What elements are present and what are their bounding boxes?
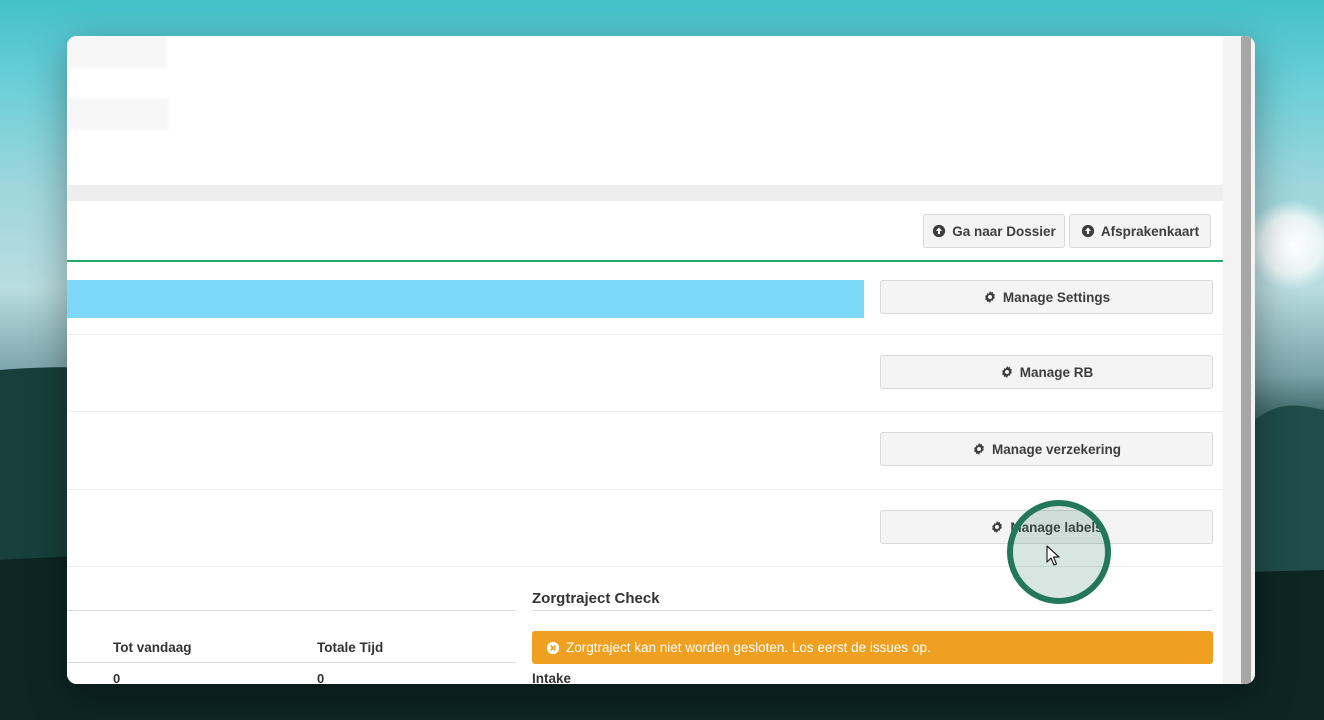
background-cloud (1244, 200, 1324, 290)
scrollbar[interactable] (1223, 36, 1255, 684)
gear-icon (983, 290, 997, 304)
table-cell: 0 (317, 671, 325, 684)
manage-rb-label: Manage RB (1019, 364, 1094, 380)
blurred-text (67, 98, 169, 130)
mouse-cursor-icon (1046, 545, 1060, 566)
row-divider (67, 411, 1223, 412)
blurred-text (67, 36, 167, 68)
progress-bar (67, 280, 864, 318)
table-row-divider (67, 662, 516, 663)
row-divider (67, 334, 1223, 335)
manage-verzekering-label: Manage verzekering (991, 441, 1122, 457)
panel-header: Ga naar Dossier Afsprakenkaart (67, 201, 1223, 262)
main-panel: Ga naar Dossier Afsprakenkaart Manage Se… (67, 201, 1223, 684)
gear-icon (972, 442, 986, 456)
manage-rb-button[interactable]: Manage RB (880, 355, 1213, 389)
warning-alert: Zorgtraject kan niet worden gesloten. Lo… (532, 631, 1213, 664)
go-to-dossier-button[interactable]: Ga naar Dossier (923, 214, 1065, 248)
go-to-dossier-label: Ga naar Dossier (952, 223, 1056, 239)
scrollbar-thumb[interactable] (1241, 36, 1251, 684)
zorgtraject-check-title: Zorgtraject Check (532, 590, 660, 607)
gear-icon (990, 520, 1004, 534)
section-divider (532, 610, 1213, 611)
manage-settings-button[interactable]: Manage Settings (880, 280, 1213, 314)
afsprakenkaart-label: Afsprakenkaart (1100, 223, 1200, 239)
arrow-up-circle-icon (1081, 224, 1095, 238)
manage-settings-label: Manage Settings (1002, 289, 1111, 305)
alert-text: Zorgtraject kan niet worden gesloten. Lo… (566, 640, 931, 655)
column-header-tot-vandaag: Tot vandaag (113, 640, 192, 655)
arrow-up-circle-icon (932, 224, 946, 238)
top-info-panel (67, 36, 1223, 185)
manage-verzekering-button[interactable]: Manage verzekering (880, 432, 1213, 466)
gear-icon (1000, 365, 1014, 379)
afsprakenkaart-button[interactable]: Afsprakenkaart (1069, 214, 1211, 248)
row-divider (67, 489, 1223, 490)
close-circle-icon (546, 641, 560, 655)
table-cell: 0 (113, 671, 121, 684)
column-header-totale-tijd: Totale Tijd (317, 640, 384, 655)
check-item-intake: Intake (532, 671, 572, 684)
table-divider (67, 610, 516, 611)
